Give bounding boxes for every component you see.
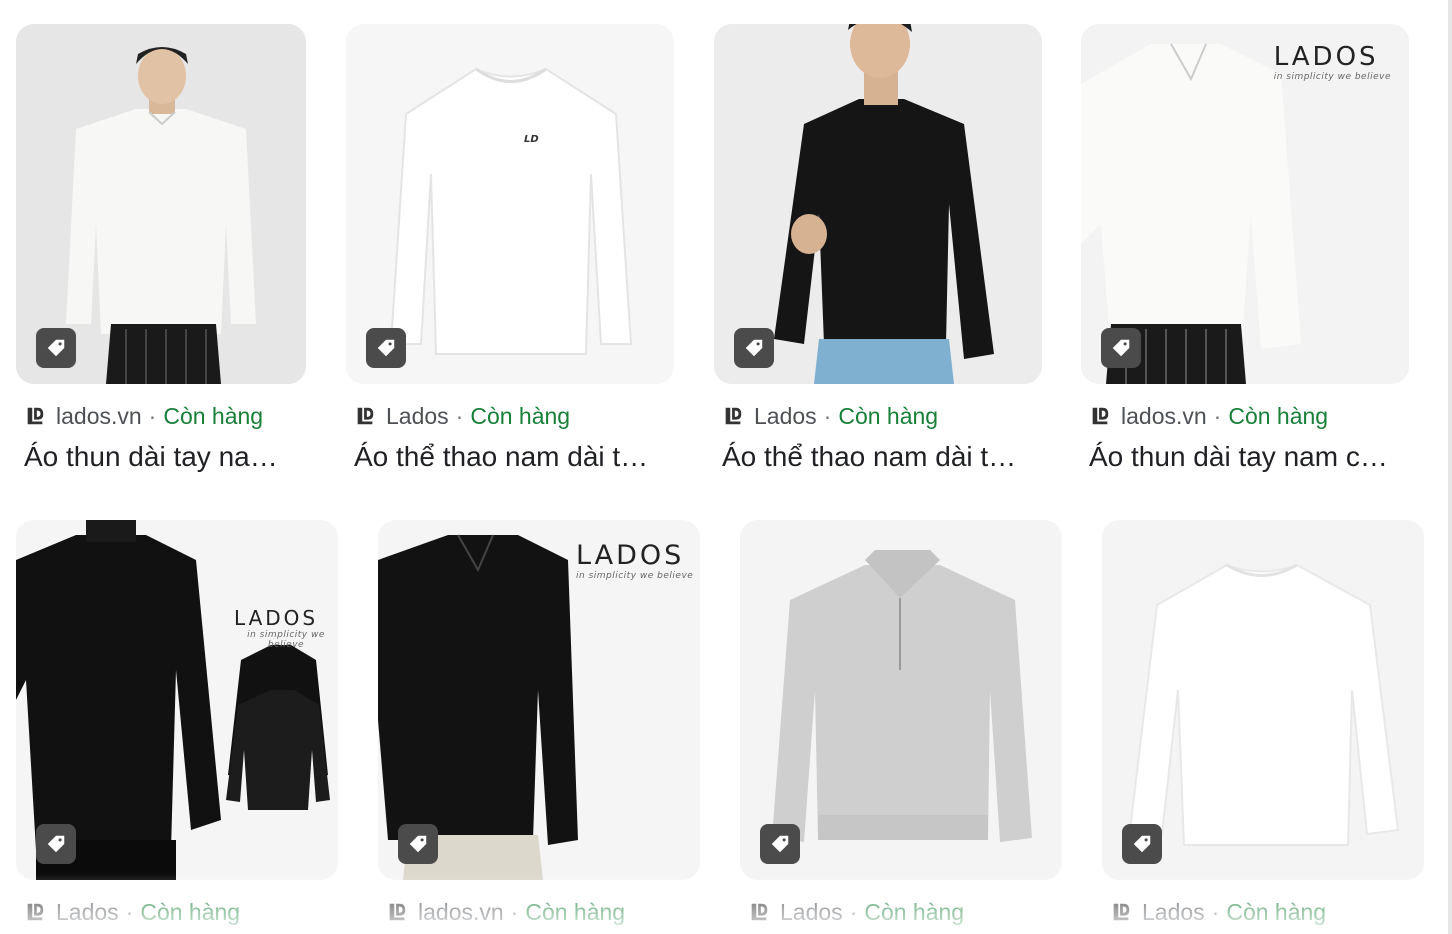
brand-name: LADOS xyxy=(234,606,319,630)
availability-label: Còn hàng xyxy=(864,899,965,925)
separator: · xyxy=(125,899,134,925)
product-image[interactable] xyxy=(714,24,1042,384)
tag-icon xyxy=(771,835,789,853)
lados-logo-icon xyxy=(27,903,44,921)
result-meta: lados.vn · Còn hàng xyxy=(16,402,306,430)
result-source[interactable]: Lados xyxy=(56,898,119,926)
result-title[interactable]: Áo thun dài tay na… xyxy=(24,440,306,474)
separator: · xyxy=(1211,899,1220,925)
result-card-2[interactable]: LD Lados · Còn hàng Áo thể thao nam dài … xyxy=(346,24,674,474)
availability-label: Còn hàng xyxy=(470,403,571,429)
lados-logo-icon xyxy=(725,407,742,425)
separator: · xyxy=(823,403,832,429)
tag-icon xyxy=(1112,339,1130,357)
tag-icon xyxy=(1133,835,1151,853)
brand-name: LADOS xyxy=(1273,42,1379,72)
brand-tagline: in simplicity we believe xyxy=(247,630,325,650)
product-image[interactable] xyxy=(740,520,1062,880)
lados-logo-icon xyxy=(1092,407,1109,425)
result-title[interactable]: Áo thể thao nam dài t… xyxy=(722,440,1042,474)
product-image[interactable]: LADOS in simplicity we believe xyxy=(16,520,338,880)
scrollbar[interactable] xyxy=(1448,0,1452,934)
separator: · xyxy=(1213,403,1222,429)
result-source[interactable]: Lados xyxy=(1142,898,1205,926)
lados-logo-icon xyxy=(751,903,768,921)
result-card-4[interactable]: LADOS in simplicity we believe lados.vn … xyxy=(1081,24,1409,474)
lados-logo-icon xyxy=(1113,903,1130,921)
shopping-tag-badge[interactable] xyxy=(36,824,76,864)
result-source[interactable]: lados.vn xyxy=(1121,402,1207,430)
lados-logo-icon xyxy=(357,407,374,425)
result-title[interactable]: Áo thể thao nam dài t… xyxy=(354,440,674,474)
availability-label: Còn hàng xyxy=(1226,899,1327,925)
result-card-8[interactable]: Lados · Còn hàng xyxy=(1102,520,1424,926)
brand-tagline: in simplicity we believe xyxy=(576,571,694,581)
brand-logo: LADOS in simplicity we believe xyxy=(234,606,338,650)
result-source[interactable]: Lados xyxy=(780,898,843,926)
result-meta: Lados · Còn hàng xyxy=(1102,898,1424,926)
tag-icon xyxy=(47,339,65,357)
availability-label: Còn hàng xyxy=(1228,403,1329,429)
shopping-tag-badge[interactable] xyxy=(398,824,438,864)
result-meta: Lados · Còn hàng xyxy=(16,898,338,926)
product-image[interactable] xyxy=(1102,520,1424,880)
tag-icon xyxy=(745,339,763,357)
result-meta: lados.vn · Còn hàng xyxy=(1081,402,1409,430)
result-card-6[interactable]: LADOS in simplicity we believe lados.vn … xyxy=(378,520,700,926)
result-meta: Lados · Còn hàng xyxy=(740,898,1062,926)
result-source[interactable]: Lados xyxy=(386,402,449,430)
product-image[interactable]: LD xyxy=(346,24,674,384)
separator: · xyxy=(148,403,157,429)
availability-label: Còn hàng xyxy=(838,403,939,429)
brand-logo: LADOS in simplicity we believe xyxy=(576,540,693,581)
result-source[interactable]: Lados xyxy=(754,402,817,430)
separator: · xyxy=(455,403,464,429)
result-meta: Lados · Còn hàng xyxy=(346,402,674,430)
result-title[interactable]: Áo thun dài tay nam c… xyxy=(1089,440,1409,474)
shopping-tag-badge[interactable] xyxy=(1122,824,1162,864)
result-card-1[interactable]: lados.vn · Còn hàng Áo thun dài tay na… xyxy=(16,24,306,474)
result-meta: Lados · Còn hàng xyxy=(714,402,1042,430)
shopping-tag-badge[interactable] xyxy=(366,328,406,368)
tag-icon xyxy=(409,835,427,853)
shopping-tag-badge[interactable] xyxy=(36,328,76,368)
result-card-7[interactable]: Lados · Còn hàng xyxy=(740,520,1062,926)
result-source[interactable]: lados.vn xyxy=(56,402,142,430)
product-image[interactable]: LADOS in simplicity we believe xyxy=(378,520,700,880)
svg-text:LD: LD xyxy=(524,134,539,145)
brand-tagline: in simplicity we believe xyxy=(1273,72,1391,82)
result-meta: lados.vn · Còn hàng xyxy=(378,898,700,926)
shopping-tag-badge[interactable] xyxy=(760,824,800,864)
shopping-tag-badge[interactable] xyxy=(734,328,774,368)
separator: · xyxy=(510,899,519,925)
lados-logo-icon xyxy=(27,407,44,425)
product-image[interactable]: LADOS in simplicity we believe xyxy=(1081,24,1409,384)
availability-label: Còn hàng xyxy=(163,403,264,429)
brand-name: LADOS xyxy=(576,540,685,571)
separator: · xyxy=(849,899,858,925)
shopping-tag-badge[interactable] xyxy=(1101,328,1141,368)
result-source[interactable]: lados.vn xyxy=(418,898,504,926)
tag-icon xyxy=(377,339,395,357)
brand-logo: LADOS in simplicity we believe xyxy=(1274,42,1391,82)
availability-label: Còn hàng xyxy=(525,899,626,925)
result-card-5[interactable]: LADOS in simplicity we believe Lados · C… xyxy=(16,520,338,926)
tag-icon xyxy=(47,835,65,853)
availability-label: Còn hàng xyxy=(140,899,241,925)
result-card-3[interactable]: Lados · Còn hàng Áo thể thao nam dài t… xyxy=(714,24,1042,474)
product-image[interactable] xyxy=(16,24,306,384)
lados-logo-icon xyxy=(389,903,406,921)
